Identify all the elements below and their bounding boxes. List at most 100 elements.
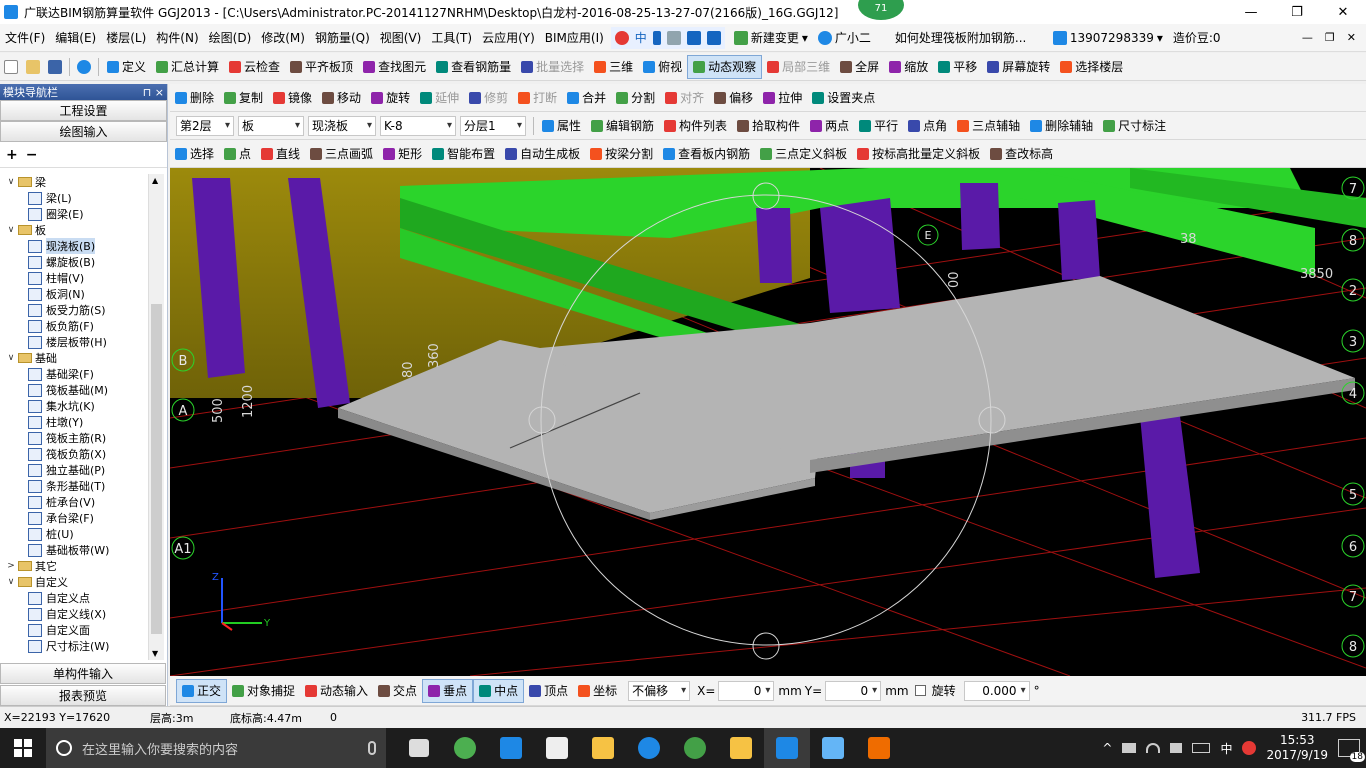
maximize-button[interactable]: ❐ [1274, 0, 1320, 24]
user-account[interactable]: 13907298339 ▾ [1048, 26, 1168, 50]
x-input[interactable]: 0 [718, 680, 775, 701]
save-icon[interactable] [48, 59, 62, 74]
nav-pin-close[interactable]: ⊓ × [143, 86, 164, 99]
doc-minimize-button[interactable]: — [1302, 31, 1313, 44]
menu-item-6[interactable]: 钢筋量(Q) [310, 24, 375, 51]
app-green[interactable] [672, 728, 718, 768]
action-center-icon[interactable]: 18 [1338, 739, 1365, 762]
tree-node[interactable]: 筏板主筋(R) [0, 430, 148, 446]
snap-0-button[interactable]: 正交 [176, 678, 228, 703]
type-select[interactable]: 现浇板 [308, 115, 376, 136]
new-change-button[interactable]: 新建变更 ▾ [729, 26, 813, 50]
tool-tb4-8-button[interactable]: 查看板内钢筋 [658, 142, 755, 166]
tool-tb4-9-button[interactable]: 三点定义斜板 [755, 142, 852, 166]
tree-node[interactable]: 螺旋板(B) [0, 254, 148, 270]
tool-tb3-8-button[interactable]: 删除辅轴 [1025, 114, 1098, 138]
menu-item-7[interactable]: 视图(V) [375, 24, 427, 51]
tool-tb2-13-button[interactable]: 设置夹点 [807, 86, 880, 110]
app-image-viewer[interactable] [810, 728, 856, 768]
tree-node[interactable]: 板受力筋(S) [0, 302, 148, 318]
tool-tb3-1-button[interactable]: 编辑钢筋 [586, 114, 659, 138]
tree-node[interactable]: 柱帽(V) [0, 270, 148, 286]
tool-tb1-14-button[interactable]: 屏幕旋转 [982, 55, 1055, 79]
chevron-up-icon[interactable]: ^ [1102, 741, 1112, 755]
tree-node[interactable]: 尺寸标注(W) [0, 638, 148, 654]
tool-tb2-5-button[interactable]: 延伸 [415, 86, 464, 110]
tool-tb1-15-button[interactable]: 选择楼层 [1055, 55, 1128, 79]
app-glodon[interactable] [626, 728, 672, 768]
tool-tb1-0-button[interactable]: 定义 [102, 55, 151, 79]
tool-tb2-3-button[interactable]: 移动 [317, 86, 366, 110]
tree-node[interactable]: 梁(L) [0, 190, 148, 206]
app-edge[interactable] [488, 728, 534, 768]
tree-node[interactable]: 自定义面 [0, 622, 148, 638]
drawing-input-button[interactable]: 绘图输入 [0, 121, 167, 142]
snap-4-button[interactable]: 垂点 [422, 678, 474, 703]
tree-node[interactable]: 条形基础(T) [0, 478, 148, 494]
tree-node[interactable]: 柱墩(Y) [0, 414, 148, 430]
tree-node[interactable]: ∨ 自定义 [0, 574, 148, 590]
layer-select[interactable]: 分层1 [460, 115, 526, 136]
y-input[interactable]: 0 [825, 680, 882, 701]
expand-toggle-icon[interactable]: > [6, 561, 16, 571]
tool-tb2-4-button[interactable]: 旋转 [366, 86, 415, 110]
offset-select[interactable]: 不偏移 [628, 680, 691, 701]
rotate-checkbox[interactable] [914, 685, 926, 696]
scroll-up-icon[interactable]: ▲ [152, 176, 158, 185]
tool-tb4-0-button[interactable]: 选择 [170, 142, 219, 166]
doc-restore-button[interactable]: ❐ [1325, 31, 1335, 44]
tool-tb4-2-button[interactable]: 直线 [256, 142, 305, 166]
tree-node[interactable]: 筏板基础(M) [0, 382, 148, 398]
taskbar-search[interactable]: 在这里输入你要搜索的内容 [46, 728, 386, 768]
tool-tb2-2-button[interactable]: 镜像 [268, 86, 317, 110]
volume-icon[interactable] [1170, 743, 1183, 753]
tool-tb1-12-button[interactable]: 缩放 [884, 55, 933, 79]
snap-3-button[interactable]: 交点 [373, 679, 422, 703]
tool-tb3-6-button[interactable]: 点角 [903, 114, 952, 138]
app-explorer[interactable] [580, 728, 626, 768]
question-link[interactable]: 如何处理筏板附加钢筋... [890, 26, 1040, 50]
tree-node[interactable]: 承台梁(F) [0, 510, 148, 526]
tool-tb3-7-button[interactable]: 三点辅轴 [952, 114, 1025, 138]
tree-node[interactable]: 圈梁(E) [0, 206, 148, 222]
clock[interactable]: 15:53 2017/9/19 [1266, 733, 1328, 763]
task-view-button[interactable] [396, 728, 442, 768]
tool-tb2-6-button[interactable]: 修剪 [464, 86, 513, 110]
tool-tb2-0-button[interactable]: 删除 [170, 86, 219, 110]
scroll-down-icon[interactable]: ▼ [152, 649, 158, 658]
battery-icon[interactable] [1122, 743, 1137, 753]
tool-tb3-9-button[interactable]: 尺寸标注 [1098, 114, 1171, 138]
tool-tb3-5-button[interactable]: 平行 [854, 114, 903, 138]
tree-node[interactable]: 自定义线(X) [0, 606, 148, 622]
menu-item-2[interactable]: 楼层(L) [101, 24, 151, 51]
notification-badge[interactable]: 71 [858, 0, 904, 20]
app-store[interactable] [534, 728, 580, 768]
tree-node[interactable]: ∨ 板 [0, 222, 148, 238]
tool-tb3-0-button[interactable]: 属性 [537, 114, 586, 138]
tree-node[interactable]: ∨ 梁 [0, 174, 148, 190]
menu-item-4[interactable]: 绘图(D) [204, 24, 257, 51]
tool-tb3-3-button[interactable]: 拾取构件 [732, 114, 805, 138]
app-notes[interactable] [718, 728, 764, 768]
beans-button[interactable]: 造价豆:0 [1168, 26, 1226, 50]
menu-item-5[interactable]: 修改(M) [256, 24, 310, 51]
tree-node[interactable]: > 其它 [0, 558, 148, 574]
tool-tb2-11-button[interactable]: 偏移 [709, 86, 758, 110]
tree-node[interactable]: 基础梁(F) [0, 366, 148, 382]
tool-tb2-12-button[interactable]: 拉伸 [758, 86, 807, 110]
tool-tb1-3-button[interactable]: 平齐板顶 [285, 55, 358, 79]
keyboard-icon[interactable] [1192, 743, 1211, 753]
tree-node[interactable]: 现浇板(B) [0, 238, 148, 254]
menu-item-0[interactable]: 文件(F) [0, 24, 50, 51]
single-component-input-button[interactable]: 单构件输入 [0, 663, 166, 684]
wifi-icon[interactable] [1146, 743, 1161, 753]
tool-tb4-5-button[interactable]: 智能布置 [427, 142, 500, 166]
project-settings-button[interactable]: 工程设置 [0, 100, 167, 121]
undo-icon[interactable] [77, 59, 91, 74]
category-select[interactable]: 板 [238, 115, 304, 136]
app-browser-360[interactable] [442, 728, 488, 768]
tool-tb3-4-button[interactable]: 两点 [805, 114, 854, 138]
tool-tb1-7-button[interactable]: 三维 [589, 55, 638, 79]
assistant-button[interactable]: 广小二 [813, 26, 876, 50]
ime-indicator[interactable]: 中 [1220, 740, 1232, 757]
